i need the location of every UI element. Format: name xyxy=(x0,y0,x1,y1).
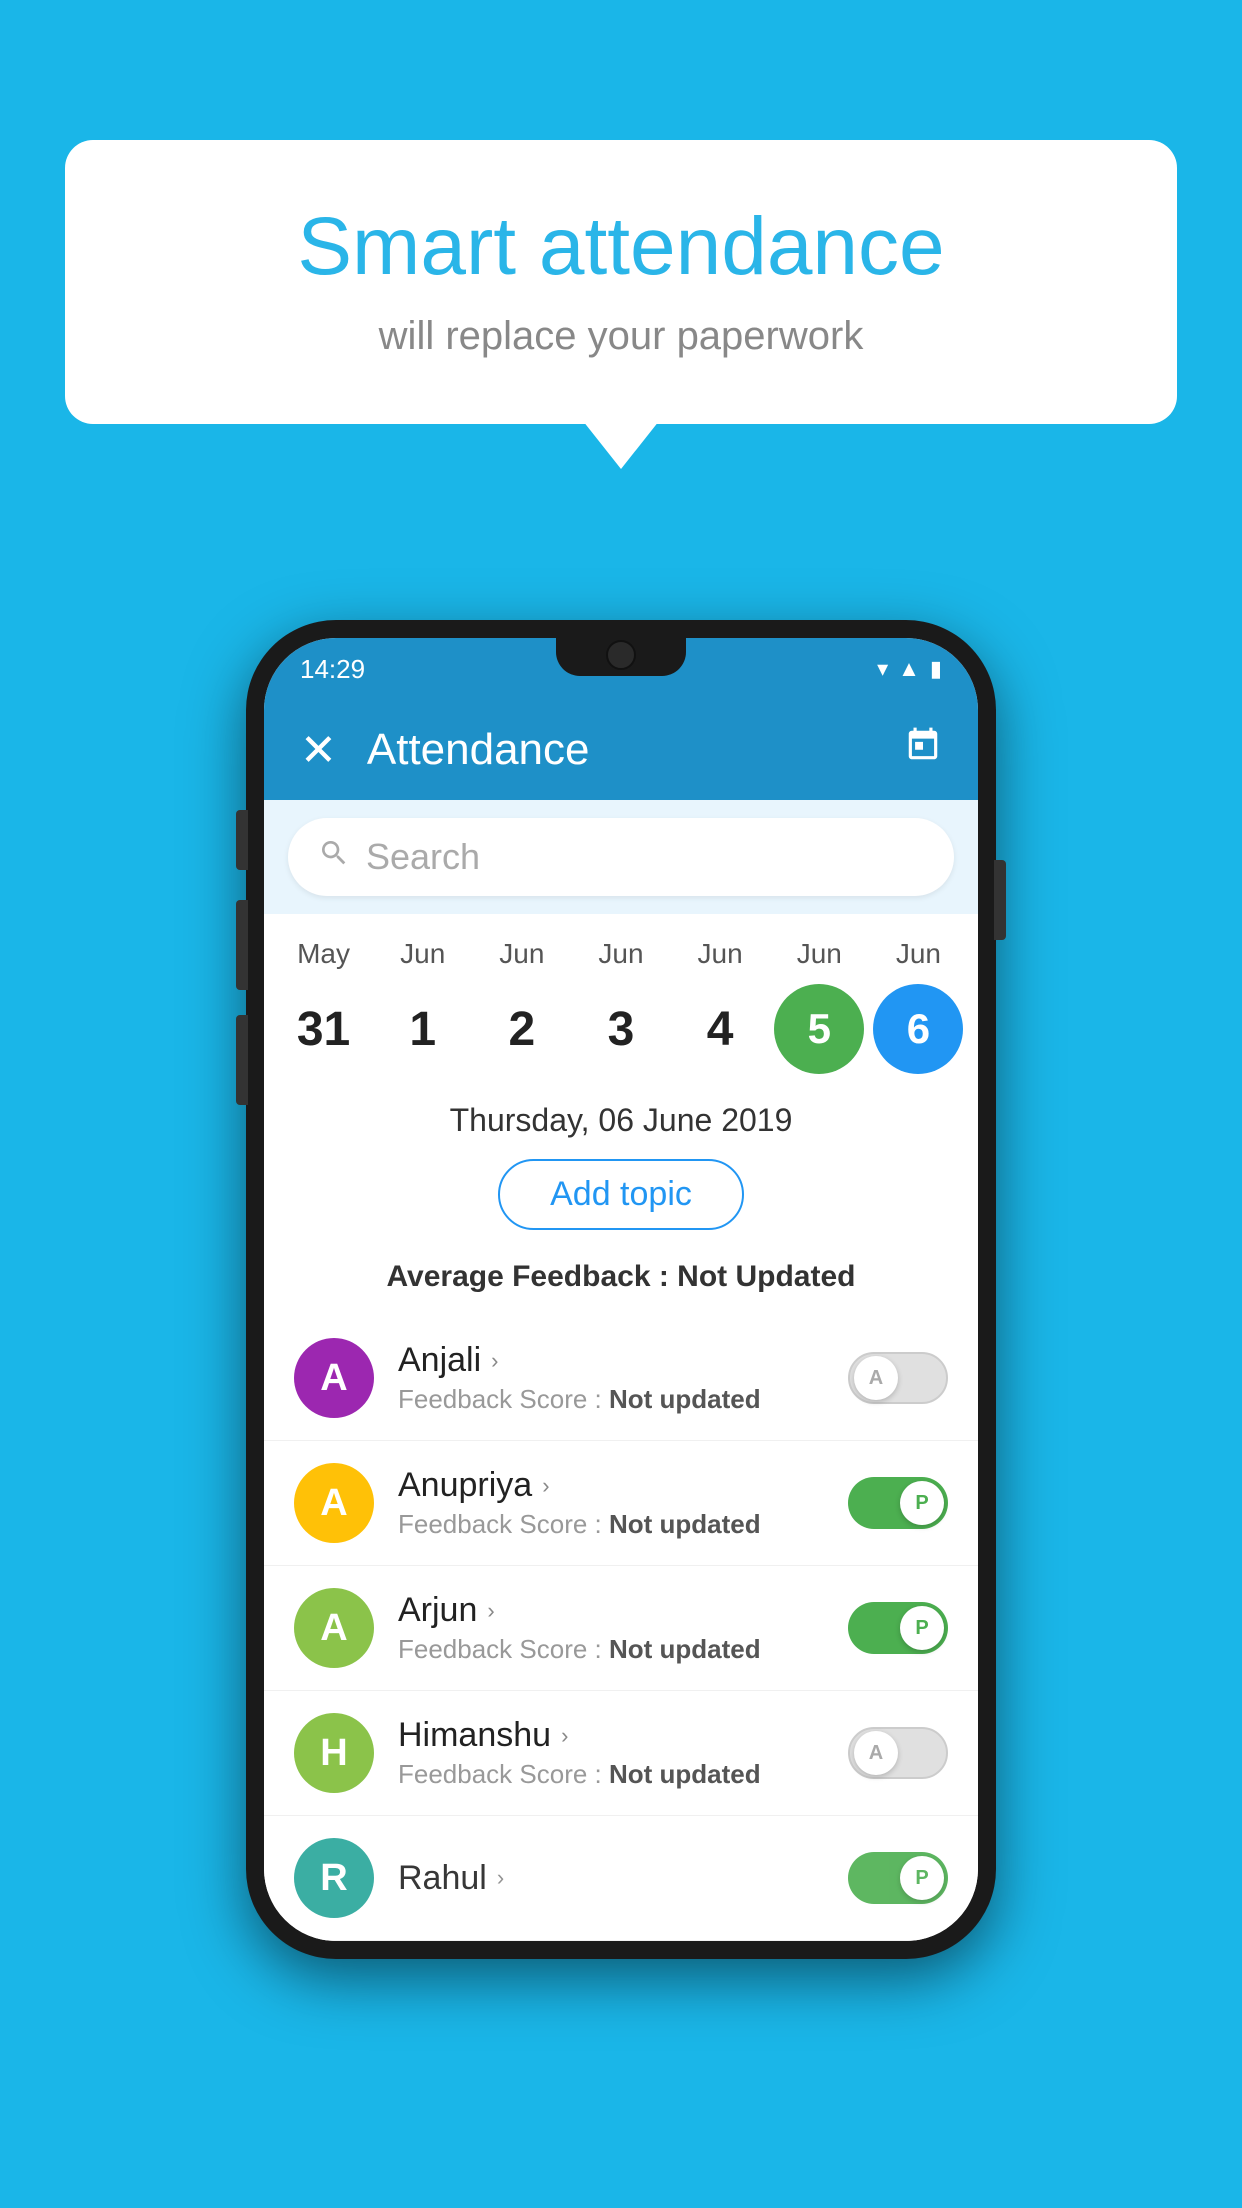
bubble-subtitle: will replace your paperwork xyxy=(145,314,1097,359)
student-name-arjun: Arjun › xyxy=(398,1591,824,1630)
cal-day-2[interactable]: Jun 2 xyxy=(472,938,571,1074)
student-list: A Anjali › Feedback Score : Not updated … xyxy=(264,1316,978,1941)
cal-day-1[interactable]: Jun 1 xyxy=(373,938,472,1074)
add-topic-button[interactable]: Add topic xyxy=(498,1159,744,1230)
avatar-rahul: R xyxy=(294,1838,374,1918)
chevron-icon: › xyxy=(491,1348,498,1374)
app-title: Attendance xyxy=(367,725,874,775)
toggle-anjali[interactable]: A xyxy=(848,1352,948,1404)
student-feedback-anjali: Feedback Score : Not updated xyxy=(398,1384,824,1415)
toggle-anupriya[interactable]: P xyxy=(848,1477,948,1529)
volume-button-1 xyxy=(236,810,248,870)
avatar-himanshu: H xyxy=(294,1713,374,1793)
student-feedback-himanshu: Feedback Score : Not updated xyxy=(398,1759,824,1790)
app-bar: ✕ Attendance xyxy=(264,700,978,800)
chevron-icon: › xyxy=(542,1473,549,1499)
cal-day-5[interactable]: Jun 5 xyxy=(770,938,869,1074)
cal-day-4[interactable]: Jun 4 xyxy=(671,938,770,1074)
student-name-anjali: Anjali › xyxy=(398,1341,824,1380)
wifi-icon: ▾ xyxy=(877,656,888,682)
avatar-anjali: A xyxy=(294,1338,374,1418)
student-feedback-anupriya: Feedback Score : Not updated xyxy=(398,1509,824,1540)
avatar-arjun: A xyxy=(294,1588,374,1668)
student-row-anupriya[interactable]: A Anupriya › Feedback Score : Not update… xyxy=(264,1441,978,1566)
search-icon xyxy=(318,837,350,878)
cal-day-3[interactable]: Jun 3 xyxy=(571,938,670,1074)
avatar-anupriya: A xyxy=(294,1463,374,1543)
calendar-strip: May 31 Jun 1 Jun 2 Jun 3 Jun 4 xyxy=(264,914,978,1084)
toggle-himanshu[interactable]: A xyxy=(848,1727,948,1779)
battery-icon: ▮ xyxy=(930,656,942,682)
student-name-anupriya: Anupriya › xyxy=(398,1466,824,1505)
student-name-himanshu: Himanshu › xyxy=(398,1716,824,1755)
chevron-icon: › xyxy=(487,1598,494,1624)
student-row-anjali[interactable]: A Anjali › Feedback Score : Not updated … xyxy=(264,1316,978,1441)
search-placeholder: Search xyxy=(366,836,480,878)
calendar-icon[interactable] xyxy=(904,726,942,774)
status-time: 14:29 xyxy=(300,654,365,685)
average-feedback: Average Feedback : Not Updated xyxy=(264,1250,978,1316)
student-name-rahul: Rahul › xyxy=(398,1859,824,1898)
search-bar-container: Search xyxy=(264,800,978,914)
student-info-arjun: Arjun › Feedback Score : Not updated xyxy=(398,1591,824,1665)
avg-feedback-label: Average Feedback : xyxy=(386,1260,677,1293)
bubble-title: Smart attendance xyxy=(145,200,1097,294)
volume-button-2 xyxy=(236,900,248,990)
chevron-icon: › xyxy=(497,1865,504,1891)
student-row-arjun[interactable]: A Arjun › Feedback Score : Not updated P xyxy=(264,1566,978,1691)
selected-date: Thursday, 06 June 2019 xyxy=(264,1084,978,1151)
chevron-icon: › xyxy=(561,1723,568,1749)
power-button xyxy=(994,860,1006,940)
phone-mockup: 14:29 ▾ ▲ ▮ ✕ Attendance xyxy=(246,620,996,1959)
student-row-himanshu[interactable]: H Himanshu › Feedback Score : Not update… xyxy=(264,1691,978,1816)
avg-feedback-value: Not Updated xyxy=(677,1260,855,1293)
add-topic-container: Add topic xyxy=(264,1151,978,1250)
student-info-anupriya: Anupriya › Feedback Score : Not updated xyxy=(398,1466,824,1540)
student-row-rahul[interactable]: R Rahul › P xyxy=(264,1816,978,1941)
speech-bubble: Smart attendance will replace your paper… xyxy=(65,140,1177,424)
cal-day-0[interactable]: May 31 xyxy=(274,938,373,1074)
student-info-rahul: Rahul › xyxy=(398,1859,824,1898)
close-button[interactable]: ✕ xyxy=(300,725,337,776)
student-info-himanshu: Himanshu › Feedback Score : Not updated xyxy=(398,1716,824,1790)
toggle-rahul[interactable]: P xyxy=(848,1852,948,1904)
toggle-arjun[interactable]: P xyxy=(848,1602,948,1654)
student-info-anjali: Anjali › Feedback Score : Not updated xyxy=(398,1341,824,1415)
student-feedback-arjun: Feedback Score : Not updated xyxy=(398,1634,824,1665)
cal-day-6[interactable]: Jun 6 xyxy=(869,938,968,1074)
phone-screen: 14:29 ▾ ▲ ▮ ✕ Attendance xyxy=(264,638,978,1941)
phone-camera xyxy=(606,640,636,670)
search-bar[interactable]: Search xyxy=(288,818,954,896)
status-icons: ▾ ▲ ▮ xyxy=(877,656,942,682)
volume-button-3 xyxy=(236,1015,248,1105)
signal-icon: ▲ xyxy=(898,656,920,682)
